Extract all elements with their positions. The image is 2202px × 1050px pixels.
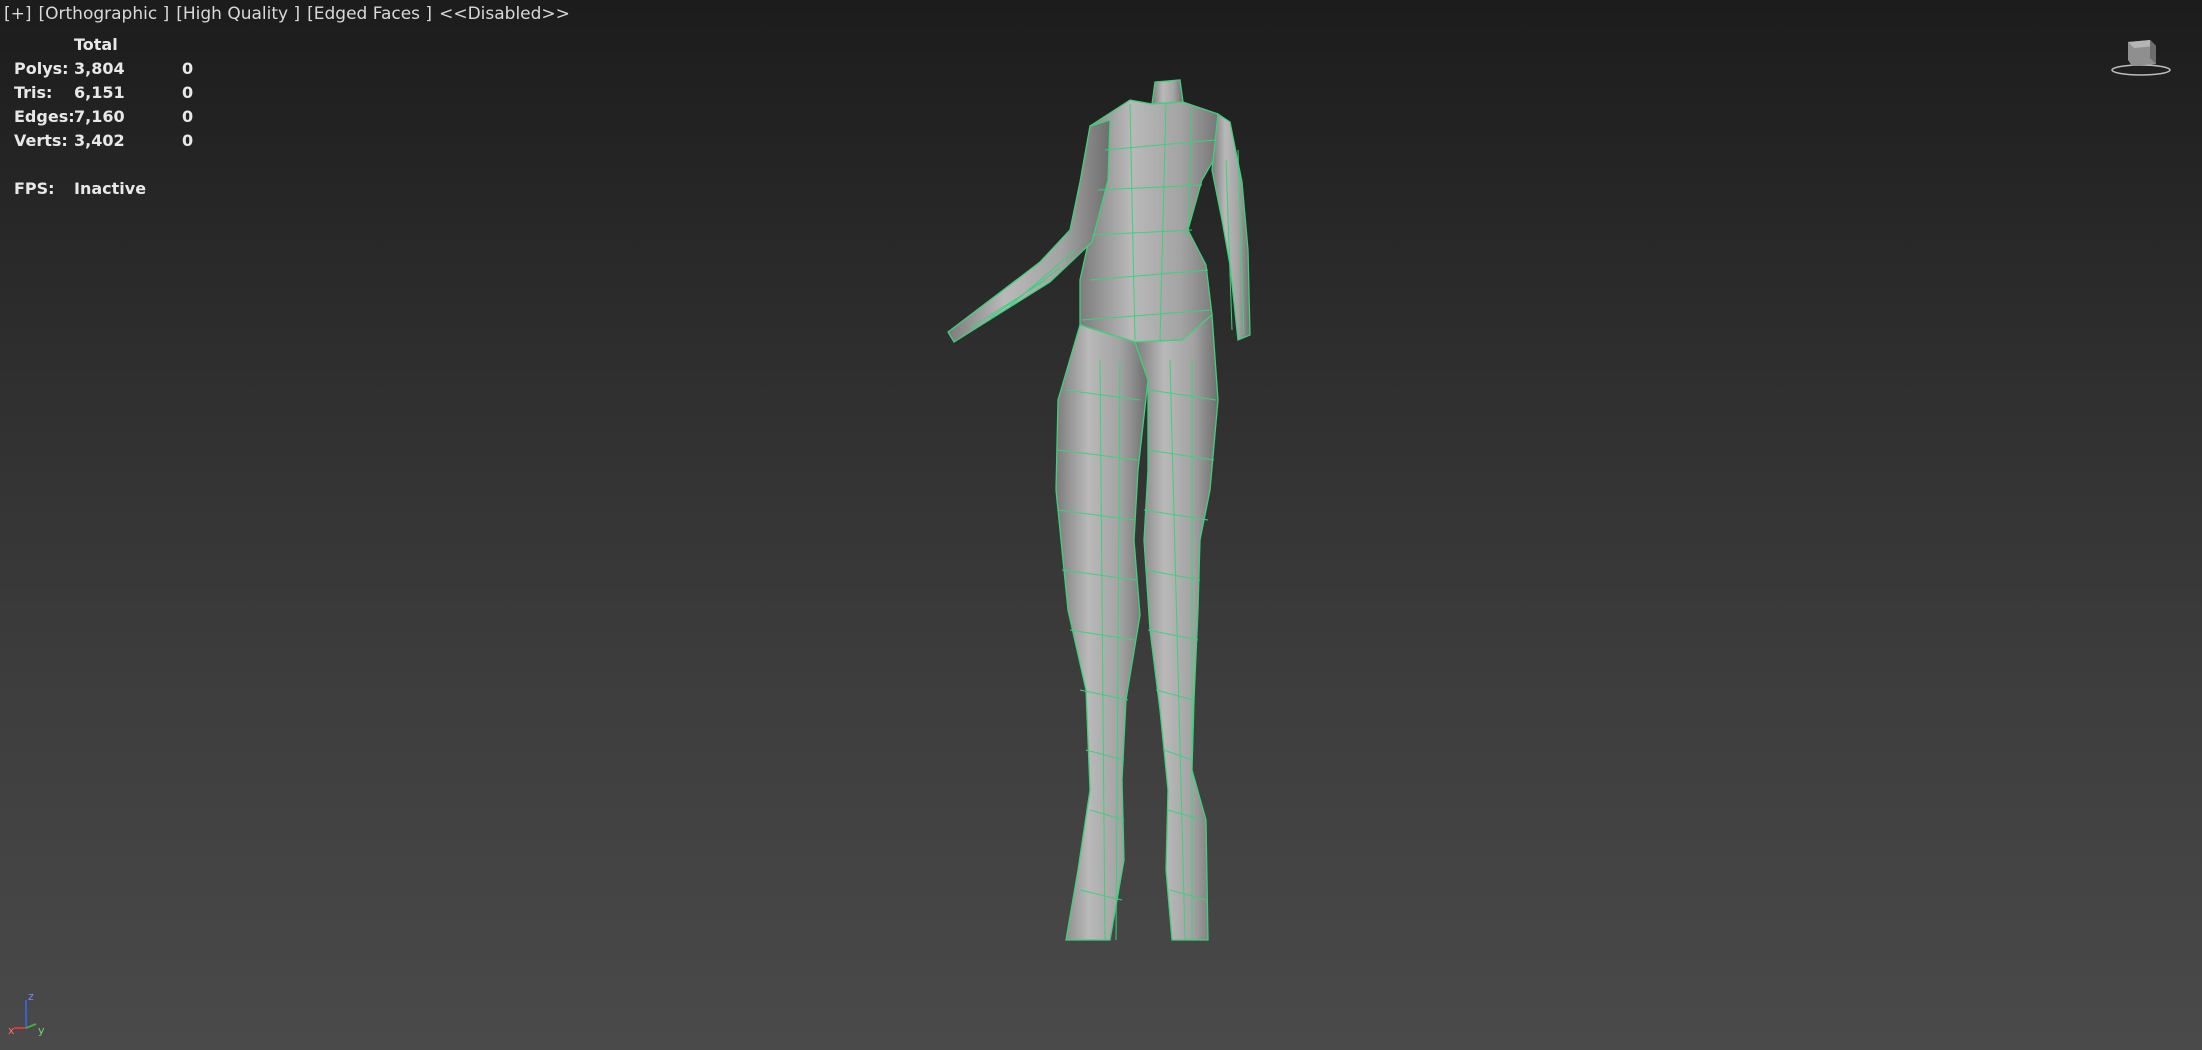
viewport-projection-menu[interactable]: [Orthographic ] (39, 4, 170, 24)
stats-selected: 0 (182, 130, 194, 150)
stats-total: 7,160 (74, 106, 125, 126)
stats-label: Verts: (14, 130, 68, 150)
stats-row-polys: Polys: 3,804 0 (14, 56, 212, 80)
statistics-overlay: Total Polys: 3,804 0 Tris: 6,151 0 Edges… (14, 32, 212, 200)
stats-header-total: Total (74, 34, 118, 54)
stats-label: Tris: (14, 82, 53, 102)
viewcube-icon[interactable] (2110, 34, 2172, 78)
stats-row-verts: Verts: 3,402 0 (14, 128, 212, 152)
stats-label: Edges: (14, 106, 75, 126)
stats-row-edges: Edges: 7,160 0 (14, 104, 212, 128)
stats-total: 3,804 (74, 58, 125, 78)
axis-tripod-icon: z x y (8, 990, 45, 1037)
viewport-quality-menu[interactable]: [High Quality ] (176, 4, 300, 24)
character-mesh[interactable] (930, 70, 1290, 950)
viewport-disabled-label[interactable]: <<Disabled>> (439, 4, 570, 24)
stats-label: Polys: (14, 58, 69, 78)
stats-selected: 0 (182, 106, 194, 126)
stats-selected: 0 (182, 58, 194, 78)
axis-x-label: x (8, 1024, 15, 1037)
viewport-shading-menu[interactable]: [Edged Faces ] (307, 4, 432, 24)
axis-y-label: y (38, 1024, 45, 1037)
viewport-label-bar: [+] [Orthographic ] [High Quality ] [Edg… (4, 4, 570, 24)
fps-row: FPS: Inactive (14, 176, 212, 200)
mesh-body (947, 79, 1251, 941)
fps-value: Inactive (74, 178, 147, 198)
stats-total: 3,402 (74, 130, 125, 150)
axis-z-label: z (28, 990, 34, 1003)
stats-total: 6,151 (74, 82, 125, 102)
stats-selected: 0 (182, 82, 194, 102)
viewport-menu-plus[interactable]: [+] (4, 4, 32, 24)
fps-label: FPS: (14, 178, 55, 198)
stats-row-tris: Tris: 6,151 0 (14, 80, 212, 104)
